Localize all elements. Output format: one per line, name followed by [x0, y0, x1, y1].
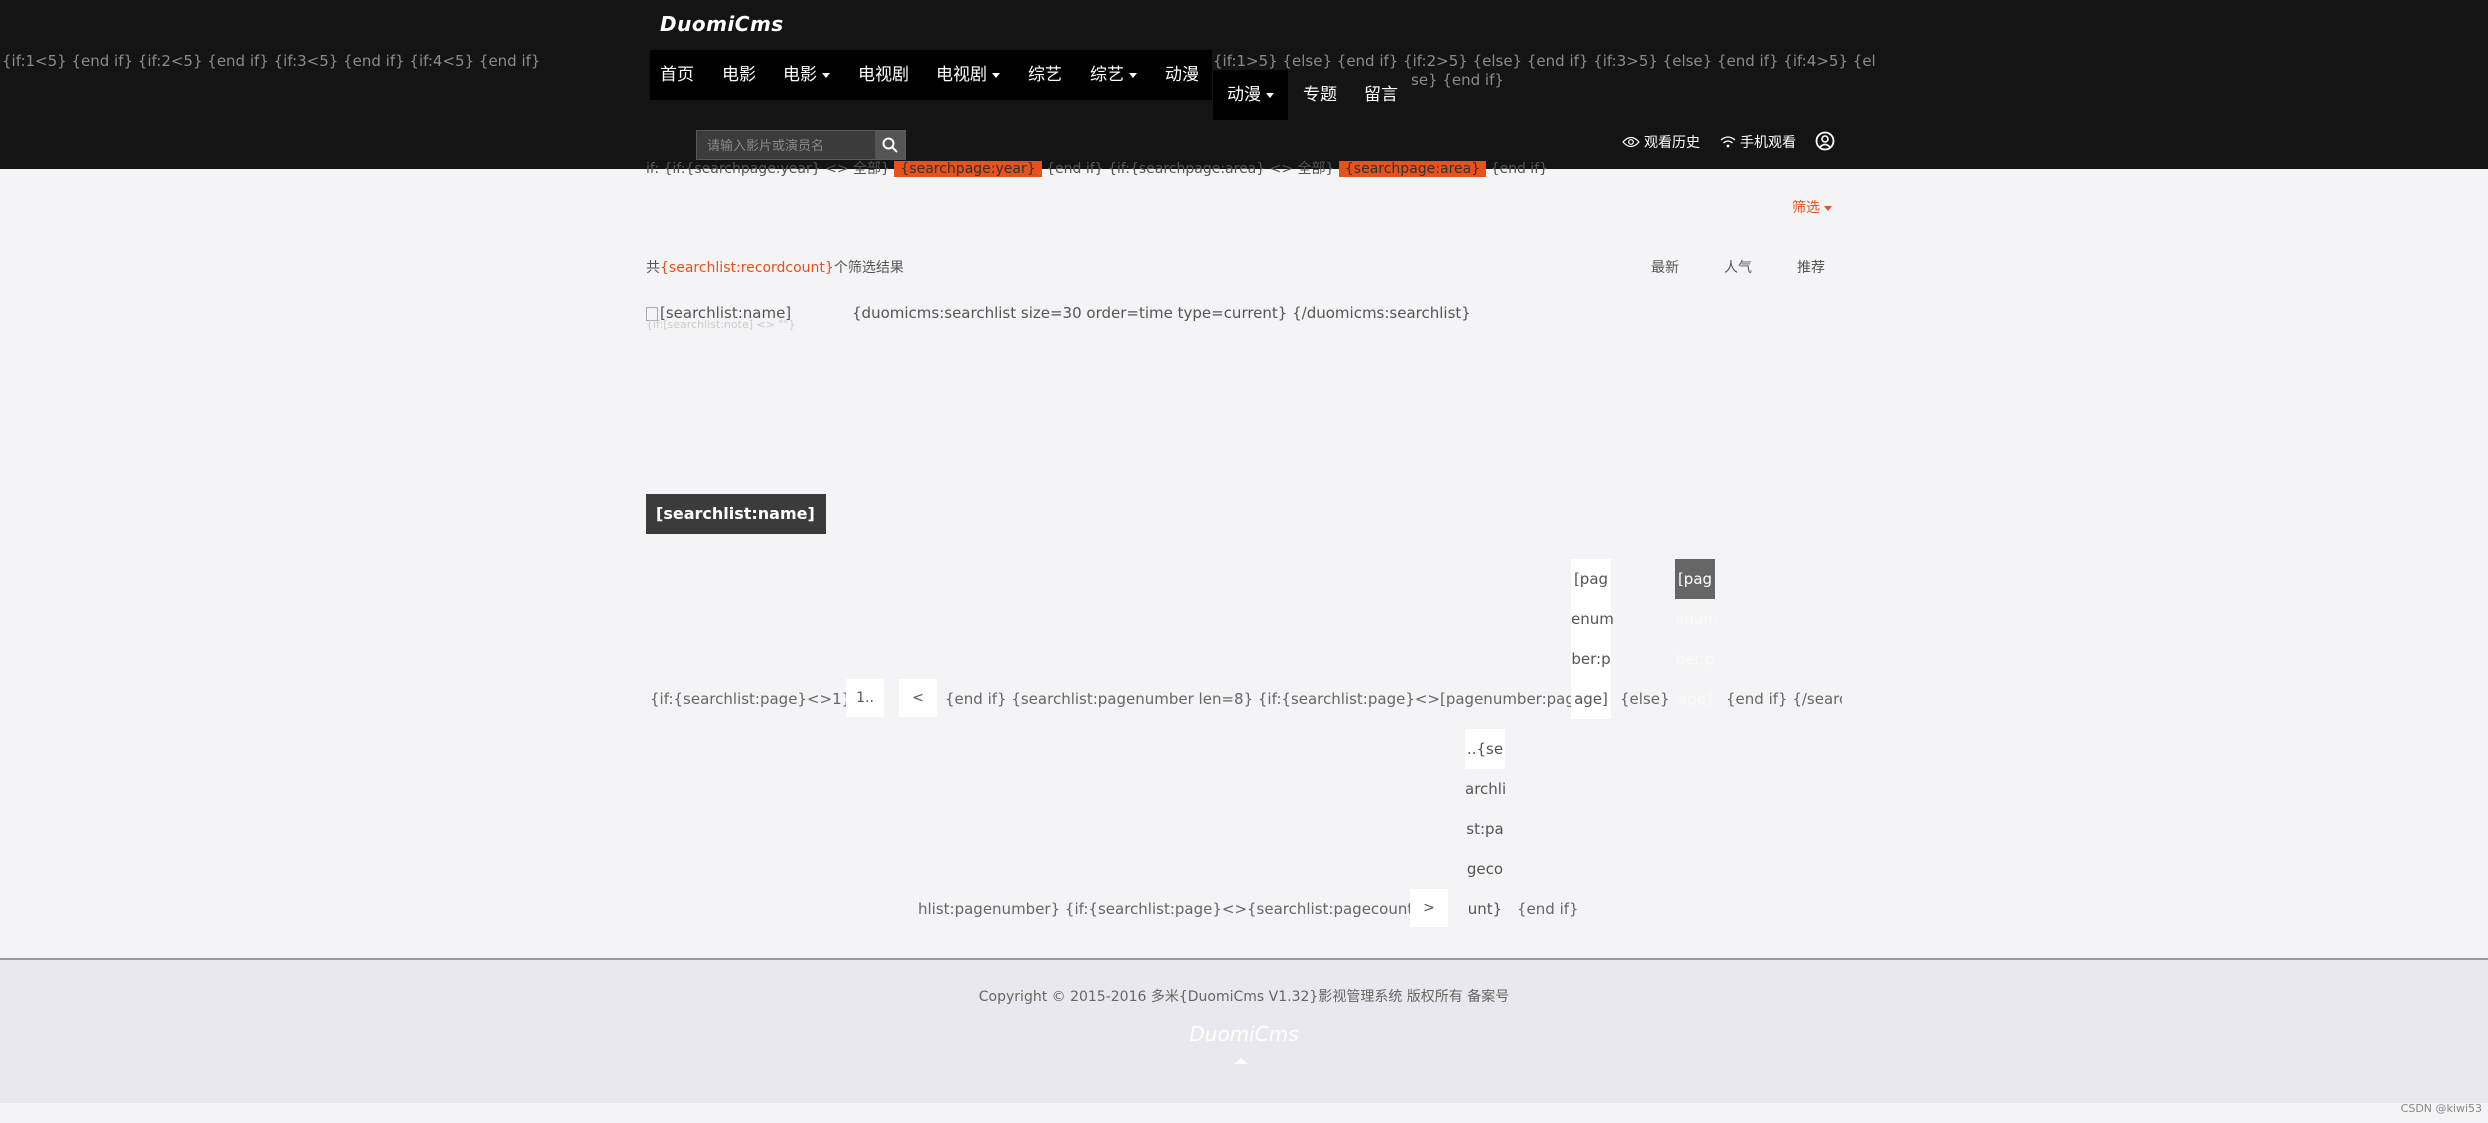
nav-message[interactable]: 留言: [1364, 70, 1398, 120]
page-current-line: enum: [1675, 610, 1718, 628]
page-current-line: [pag: [1675, 559, 1715, 599]
page-last-line: ..{se: [1465, 729, 1505, 769]
search-list-template: {duomicms:searchlist size=30 order=time …: [852, 304, 1471, 322]
page-current-line: ber:p: [1675, 650, 1715, 668]
user-icon: [1815, 131, 1835, 151]
search-input[interactable]: [697, 131, 885, 161]
csdn-watermark: CSDN @kiwi53: [2400, 1102, 2482, 1115]
nav-movie-dropdown[interactable]: 电影: [783, 50, 830, 100]
result-name-tab[interactable]: [searchlist:name]: [646, 494, 826, 534]
pagination-template-endif: {end if}: [1517, 900, 1579, 918]
result-count: 共{searchlist:recordcount}个筛选结果: [646, 257, 904, 277]
eye-icon: [1622, 136, 1640, 148]
back-to-top-icon[interactable]: [1234, 1058, 1248, 1064]
result-count-value: {searchlist:recordcount}: [660, 260, 834, 276]
page-number-line: enum: [1571, 610, 1614, 628]
search-icon: [882, 137, 898, 153]
page-last-line: unt}: [1467, 900, 1503, 918]
user-button[interactable]: [1815, 131, 1835, 151]
filter-crumb: if: {if:{searchpage:year} <> 全部} {search…: [646, 158, 1548, 178]
nav-anime-dropdown[interactable]: 动漫: [1227, 70, 1274, 120]
watch-history-label: 观看历史: [1644, 135, 1700, 151]
page-last-line: geco: [1466, 860, 1504, 878]
nav-variety-dropdown[interactable]: 综艺: [1090, 50, 1137, 100]
nav-tv-dropdown-label: 电视剧: [936, 65, 987, 85]
result-count-suffix: 个筛选结果: [833, 260, 904, 276]
nav-anime-dropdown-label: 动漫: [1227, 85, 1261, 105]
filter-button[interactable]: 筛选: [1792, 197, 1832, 217]
sort-recommend[interactable]: 推荐: [1797, 257, 1825, 277]
sort-latest[interactable]: 最新: [1651, 257, 1679, 277]
chevron-down-icon: [822, 72, 830, 78]
page-number-line: ber:p: [1571, 650, 1611, 668]
page-last-line: st:pa: [1466, 820, 1504, 838]
nav-topic[interactable]: 专题: [1303, 70, 1337, 120]
nav-movie-dropdown-label: 电影: [783, 65, 817, 85]
watch-history-link[interactable]: 观看历史: [1622, 132, 1700, 152]
template-code-right: {if:1>5} {else} {end if} {if:2>5} {else}…: [1213, 52, 1876, 70]
page-first-button[interactable]: 1..: [846, 679, 884, 717]
filter-tag-year[interactable]: {searchpage:year}: [894, 161, 1042, 177]
search-button[interactable]: [875, 131, 905, 159]
mobile-watch-label: 手机观看: [1740, 135, 1796, 151]
chevron-down-icon: [1129, 72, 1137, 78]
nav-variety-dropdown-label: 综艺: [1090, 65, 1124, 85]
page-next-button[interactable]: >: [1410, 889, 1448, 927]
footer-logo[interactable]: DuomiCms: [0, 1022, 2488, 1046]
pagination-template-line2: hlist:pagenumber} {if:{searchlist:page}<…: [918, 900, 1433, 918]
copyright-text: Copyright © 2015-2016 多米{DuomiCms V1.32}…: [978, 989, 1510, 1005]
nav-home[interactable]: 首页: [660, 50, 694, 100]
thumbnail-note: {if:[searchlist:note] <> ""}: [646, 318, 796, 331]
sort-popular[interactable]: 人气: [1724, 257, 1752, 277]
page-current-line: age]: [1678, 690, 1712, 708]
filter-crumb-tpl3: {end if}: [1486, 161, 1549, 177]
nav-variety[interactable]: 综艺: [1028, 50, 1062, 100]
pagination-template-start: {if:{searchlist:page}<>1}: [650, 690, 852, 708]
page-current-button[interactable]: [pag enum ber:p age]: [1675, 559, 1718, 719]
filter-crumb-tpl1: if: {if:{searchpage:year} <> 全部}: [646, 161, 895, 177]
template-code-left: {if:1<5} {end if} {if:2<5} {end if} {if:…: [2, 52, 541, 70]
site-logo[interactable]: DuomiCms: [660, 12, 784, 36]
wifi-icon: [1720, 136, 1736, 148]
search-box: [696, 130, 906, 161]
filter-crumb-tpl2: {end if} {if:{searchpage:area} <> 全部}: [1041, 161, 1339, 177]
page-last-button[interactable]: ..{se archli st:pa geco unt}: [1465, 729, 1507, 929]
chevron-down-icon: [1824, 205, 1832, 211]
template-code-right-2: se} {end if}: [1411, 71, 1504, 89]
pagination-template-end: {end if} {/searc: [1726, 690, 1842, 708]
nav-movie[interactable]: 电影: [722, 50, 756, 100]
page-number-line: age]: [1574, 690, 1608, 708]
nav-anime[interactable]: 动漫: [1165, 50, 1199, 100]
chevron-down-icon: [992, 72, 1000, 78]
nav-tv[interactable]: 电视剧: [858, 50, 909, 100]
page-number-button[interactable]: [pag enum ber:p age]: [1571, 559, 1614, 719]
nav-tv-dropdown[interactable]: 电视剧: [936, 50, 1000, 100]
result-count-prefix: 共: [646, 260, 660, 276]
filter-tag-area[interactable]: {searchpage:area}: [1338, 161, 1487, 177]
mobile-watch-link[interactable]: 手机观看: [1720, 132, 1796, 152]
page-number-line: [pag: [1573, 570, 1609, 588]
chevron-down-icon: [1266, 92, 1274, 98]
pagination-template-mid: {end if} {searchlist:pagenumber len=8} {…: [945, 690, 1600, 708]
pagination-template-else: {else}: [1620, 690, 1670, 708]
page-prev-button[interactable]: <: [899, 679, 937, 717]
filter-button-label: 筛选: [1792, 200, 1820, 216]
page-last-line: archli: [1465, 780, 1507, 798]
